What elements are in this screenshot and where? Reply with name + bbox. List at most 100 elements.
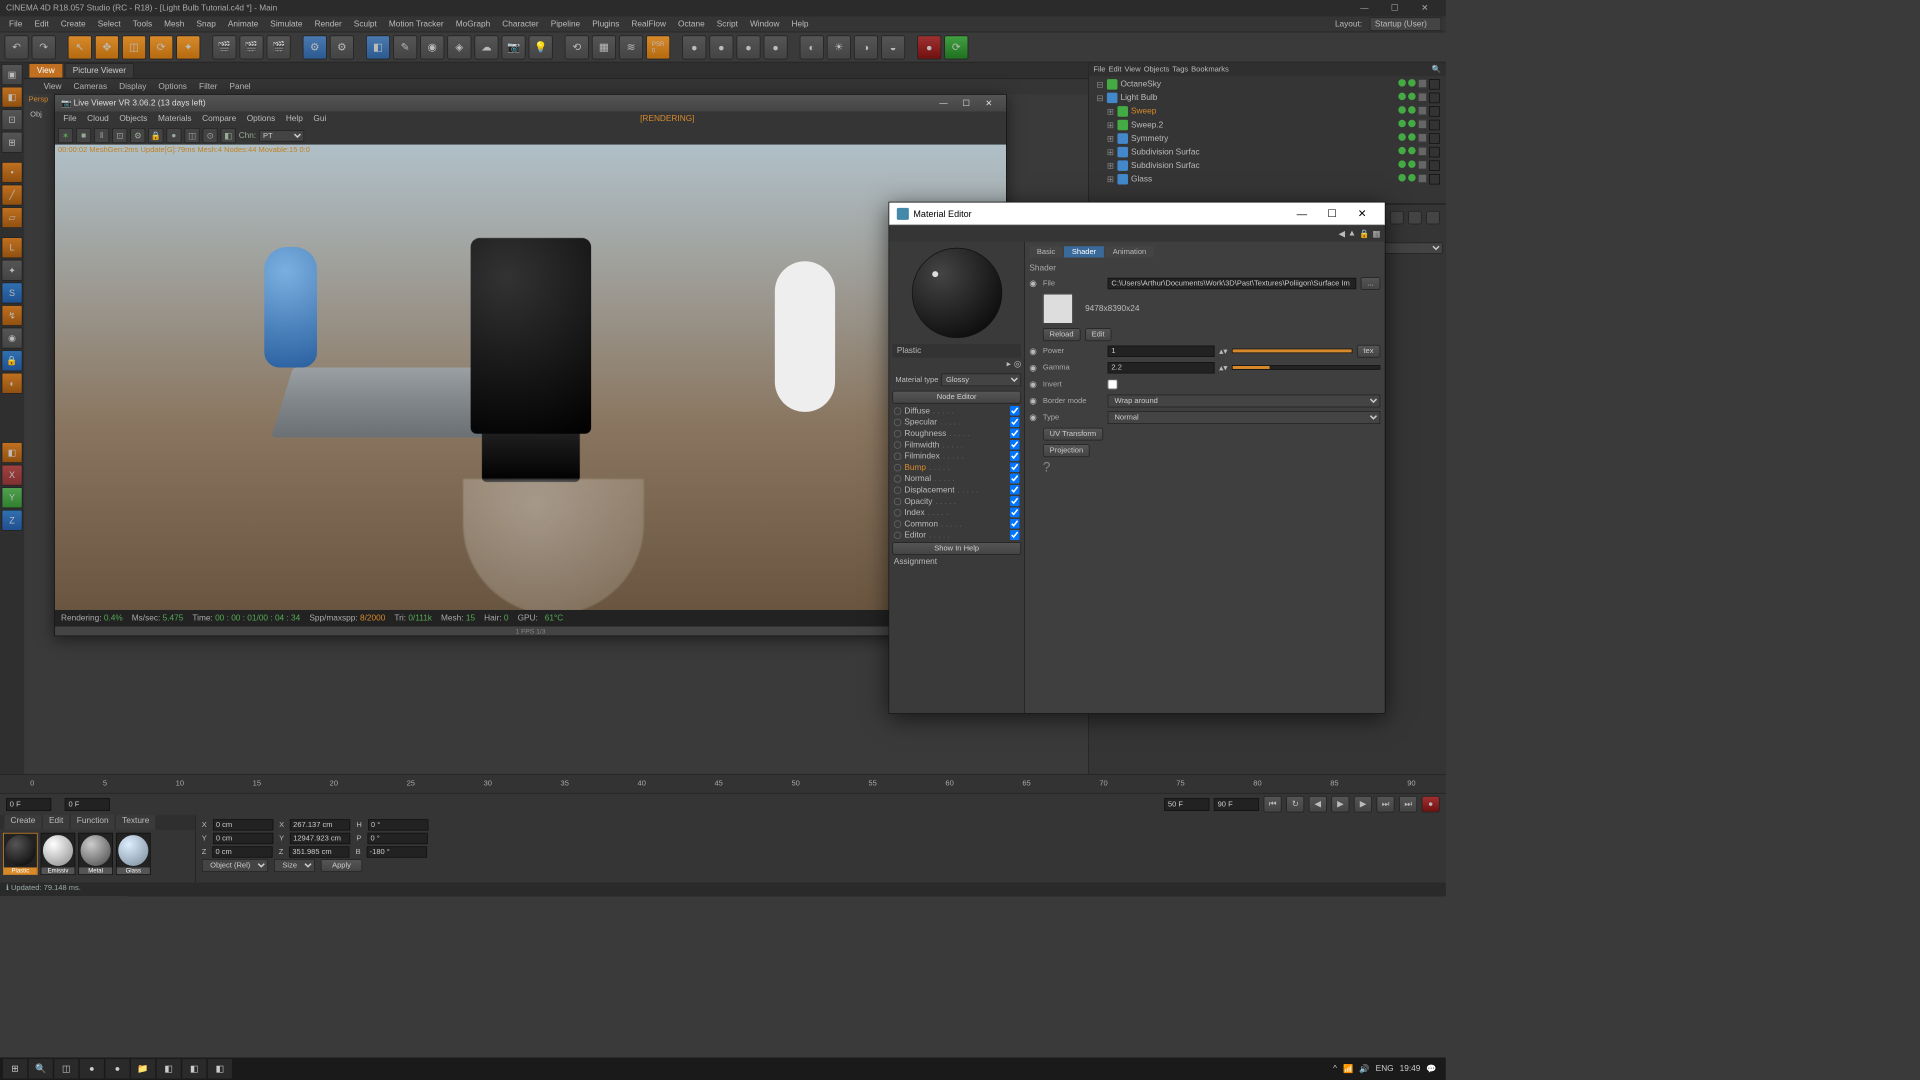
arrow-icon[interactable]: ▸ <box>1007 359 1011 369</box>
attr-nav-icon[interactable] <box>1390 211 1404 225</box>
material-slot[interactable]: Plastic <box>3 833 38 875</box>
reload-button[interactable]: Reload <box>1043 328 1080 341</box>
enable-checkbox[interactable] <box>1418 93 1427 102</box>
apply-button[interactable]: Apply <box>321 859 362 872</box>
taskbar-app-4[interactable]: ◧ <box>157 1059 181 1079</box>
channel-checkbox[interactable] <box>1010 428 1020 438</box>
lv-lock-icon[interactable]: ⊡ <box>112 128 127 143</box>
me-close-button[interactable]: ✕ <box>1347 207 1377 220</box>
texture-thumbnail[interactable] <box>1043 294 1073 324</box>
visibility-dot[interactable] <box>1398 147 1406 155</box>
me-tab-animation[interactable]: Animation <box>1105 246 1154 257</box>
lv-pick-icon[interactable]: ⊙ <box>203 128 218 143</box>
display-4-button[interactable]: ◒ <box>881 35 905 59</box>
render-pv-button[interactable]: 🎬 <box>267 35 291 59</box>
channel-checkbox[interactable] <box>1010 519 1020 529</box>
tray-volume-icon[interactable]: 🔊 <box>1359 1064 1369 1074</box>
channel-row-displacement[interactable]: Displacement . . . . . <box>889 484 1024 495</box>
obj-menu-tags[interactable]: Tags <box>1172 65 1188 73</box>
menu-octane[interactable]: Octane <box>673 18 709 30</box>
power-input[interactable] <box>1108 345 1215 356</box>
channel-radio[interactable] <box>894 441 902 449</box>
end-b-frame-input[interactable] <box>1214 798 1259 811</box>
channel-radio[interactable] <box>894 475 902 483</box>
channel-checkbox[interactable] <box>1010 406 1020 416</box>
menu-sculpt[interactable]: Sculpt <box>349 18 381 30</box>
vp-menu-display[interactable]: Display <box>115 81 151 92</box>
channel-radio[interactable] <box>894 531 902 539</box>
obj-menu-bookmarks[interactable]: Bookmarks <box>1191 65 1229 73</box>
material-slot[interactable]: Metal <box>78 833 113 875</box>
current-frame-input[interactable] <box>6 798 51 811</box>
tree-row[interactable]: ⊞ Subdivision Surfac <box>1090 159 1444 173</box>
tweak-button[interactable]: ✦ <box>2 260 23 281</box>
channel-checkbox[interactable] <box>1010 508 1020 518</box>
target-icon[interactable]: ◎ <box>1014 359 1021 369</box>
material-name-field[interactable]: Plastic <box>892 344 1021 358</box>
vp-menu-filter[interactable]: Filter <box>194 81 221 92</box>
edge-mode-button[interactable]: ╱ <box>2 184 23 205</box>
gamma-slider[interactable] <box>1232 365 1380 370</box>
picture-viewer-tab[interactable]: Picture Viewer <box>64 63 134 77</box>
lv-clip-icon[interactable]: ◧ <box>221 128 236 143</box>
primitive-cube-button[interactable]: ◧ <box>366 35 390 59</box>
channel-row-index[interactable]: Index . . . . . <box>889 507 1024 518</box>
coord-z-input[interactable] <box>212 846 272 857</box>
display-2-button[interactable]: ☀ <box>827 35 851 59</box>
menu-plugins[interactable]: Plugins <box>588 18 624 30</box>
vp-menu-options[interactable]: Options <box>154 81 192 92</box>
channel-row-filmindex[interactable]: Filmindex . . . . . <box>889 450 1024 461</box>
channel-row-diffuse[interactable]: Diffuse . . . . . <box>889 405 1024 416</box>
lv-menu-help[interactable]: Help <box>282 114 307 125</box>
material-editor-titlebar[interactable]: Material Editor — ☐ ✕ <box>889 203 1384 226</box>
power-spinner[interactable]: ▴▾ <box>1219 346 1227 356</box>
vp-menu-cameras[interactable]: Cameras <box>69 81 112 92</box>
channel-radio[interactable] <box>894 407 902 415</box>
cycle-button[interactable]: ⟳ <box>944 35 968 59</box>
attr-home-icon[interactable] <box>1408 211 1422 225</box>
taskbar-app-6[interactable]: ◧ <box>208 1059 232 1079</box>
tree-row[interactable]: ⊞ Sweep <box>1090 105 1444 119</box>
tag-slot[interactable] <box>1429 174 1440 185</box>
expand-icon[interactable]: ⊟ <box>1096 93 1104 103</box>
tag-slot[interactable] <box>1429 147 1440 158</box>
show-in-help-button[interactable]: Show In Help <box>892 542 1021 555</box>
channel-radio[interactable] <box>894 520 902 528</box>
menu-file[interactable]: File <box>5 18 27 30</box>
view-tab[interactable]: View <box>29 63 63 77</box>
minimize-button[interactable]: — <box>1349 0 1379 17</box>
quantize-button[interactable]: ↯ <box>2 305 23 326</box>
record-key-button[interactable]: ● <box>1422 796 1440 813</box>
channel-row-specular[interactable]: Specular . . . . . <box>889 416 1024 427</box>
projection-button[interactable]: Projection <box>1043 444 1090 457</box>
edit-render-button[interactable]: ⚙ <box>330 35 354 59</box>
channel-row-bump[interactable]: Bump . . . . . <box>889 462 1024 473</box>
enable-checkbox[interactable] <box>1418 160 1427 169</box>
expand-icon[interactable]: ⊞ <box>1107 134 1115 144</box>
me-tab-shader[interactable]: Shader <box>1064 246 1103 257</box>
object-tree[interactable]: ⊟ OctaneSky ⊟ Light Bulb ⊞ Sweep ⊞ Swe <box>1089 76 1446 204</box>
enable-checkbox[interactable] <box>1418 120 1427 129</box>
sphere-1-button[interactable]: ● <box>682 35 706 59</box>
model-mode-button[interactable]: ◧ <box>2 87 23 108</box>
make-editable-button[interactable]: ▣ <box>2 64 23 85</box>
me-minimize-button[interactable]: — <box>1287 207 1317 219</box>
mat-tab-texture[interactable]: Texture <box>116 815 155 830</box>
tree-row[interactable]: ⊞ Glass <box>1090 172 1444 186</box>
taskbar-app-1[interactable]: ● <box>80 1059 104 1079</box>
channel-row-opacity[interactable]: Opacity . . . . . <box>889 495 1024 506</box>
channel-checkbox[interactable] <box>1010 474 1020 484</box>
undo-button[interactable]: ↶ <box>5 35 29 59</box>
menu-edit[interactable]: Edit <box>30 18 53 30</box>
menu-create[interactable]: Create <box>56 18 90 30</box>
taskbar-app-2[interactable]: ● <box>105 1059 129 1079</box>
me-menu-icon[interactable]: ▦ <box>1372 229 1380 239</box>
channel-checkbox[interactable] <box>1010 485 1020 495</box>
obj-menu-view[interactable]: View <box>1124 65 1140 73</box>
gamma-input[interactable] <box>1108 362 1215 373</box>
type-dropdown[interactable]: Normal <box>1108 411 1381 424</box>
tag-slot[interactable] <box>1429 133 1440 144</box>
lv-region-icon[interactable]: ◫ <box>184 128 199 143</box>
file-path-input[interactable] <box>1108 277 1356 288</box>
material-preview[interactable] <box>912 248 1002 338</box>
